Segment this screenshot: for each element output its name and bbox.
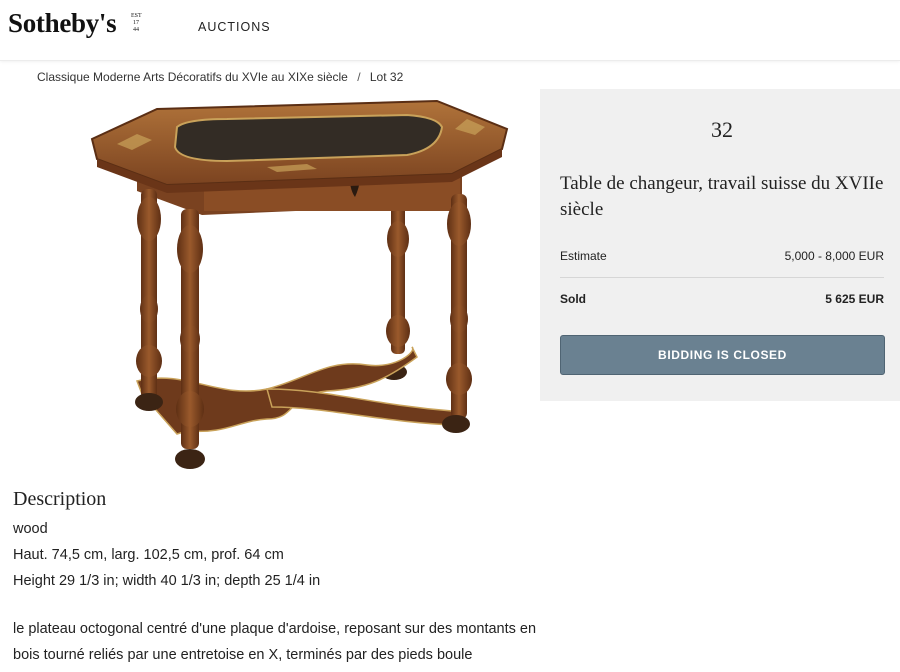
description-line-dimensions-in: Height 29 1/3 in; width 40 1/3 in; depth…: [13, 573, 321, 589]
estimate-value: 5,000 - 8,000 EUR: [784, 249, 884, 263]
description-line-dimensions-cm: Haut. 74,5 cm, larg. 102,5 cm, prof. 64 …: [13, 547, 284, 563]
breadcrumb-item-sale[interactable]: Moderne Arts Décoratifs du XVIe au XIXe …: [93, 70, 348, 84]
breadcrumb: Classique Moderne Arts Décoratifs du XVI…: [37, 70, 403, 84]
description-line-text-2: bois tourné reliés par une entretoise en…: [13, 647, 473, 663]
breadcrumb-separator: /: [357, 70, 361, 84]
lot-title: Table de changeur, travail suisse du XVI…: [560, 173, 884, 220]
breadcrumb-item-classique[interactable]: Classique: [37, 70, 90, 84]
lot-image[interactable]: [67, 89, 534, 481]
breadcrumb-item-lot: Lot 32: [369, 70, 404, 84]
logo-est-mark: EST 17 44: [131, 13, 142, 33]
bidding-closed-button[interactable]: BIDDING IS CLOSED: [560, 335, 885, 375]
sothebys-logo[interactable]: Sotheby's: [8, 8, 117, 39]
description-line-material: wood: [13, 521, 48, 537]
estimate-label: Estimate: [560, 249, 607, 263]
divider: [560, 277, 884, 278]
description-heading: Description: [13, 488, 107, 510]
sold-row: Sold 5 625 EUR: [560, 292, 884, 306]
site-header: Sotheby's EST 17 44 AUCTIONS: [0, 0, 900, 61]
sold-label: Sold: [560, 292, 586, 306]
lot-info-panel: 32 Table de changeur, travail suisse du …: [540, 89, 900, 401]
lot-number: 32: [711, 117, 733, 142]
description-line-text-1: le plateau octogonal centré d'une plaque…: [13, 621, 537, 637]
table-photo: [90, 99, 509, 469]
estimate-row: Estimate 5,000 - 8,000 EUR: [560, 249, 884, 263]
nav-auctions-link[interactable]: AUCTIONS: [198, 20, 271, 34]
sold-value: 5 625 EUR: [825, 292, 884, 306]
